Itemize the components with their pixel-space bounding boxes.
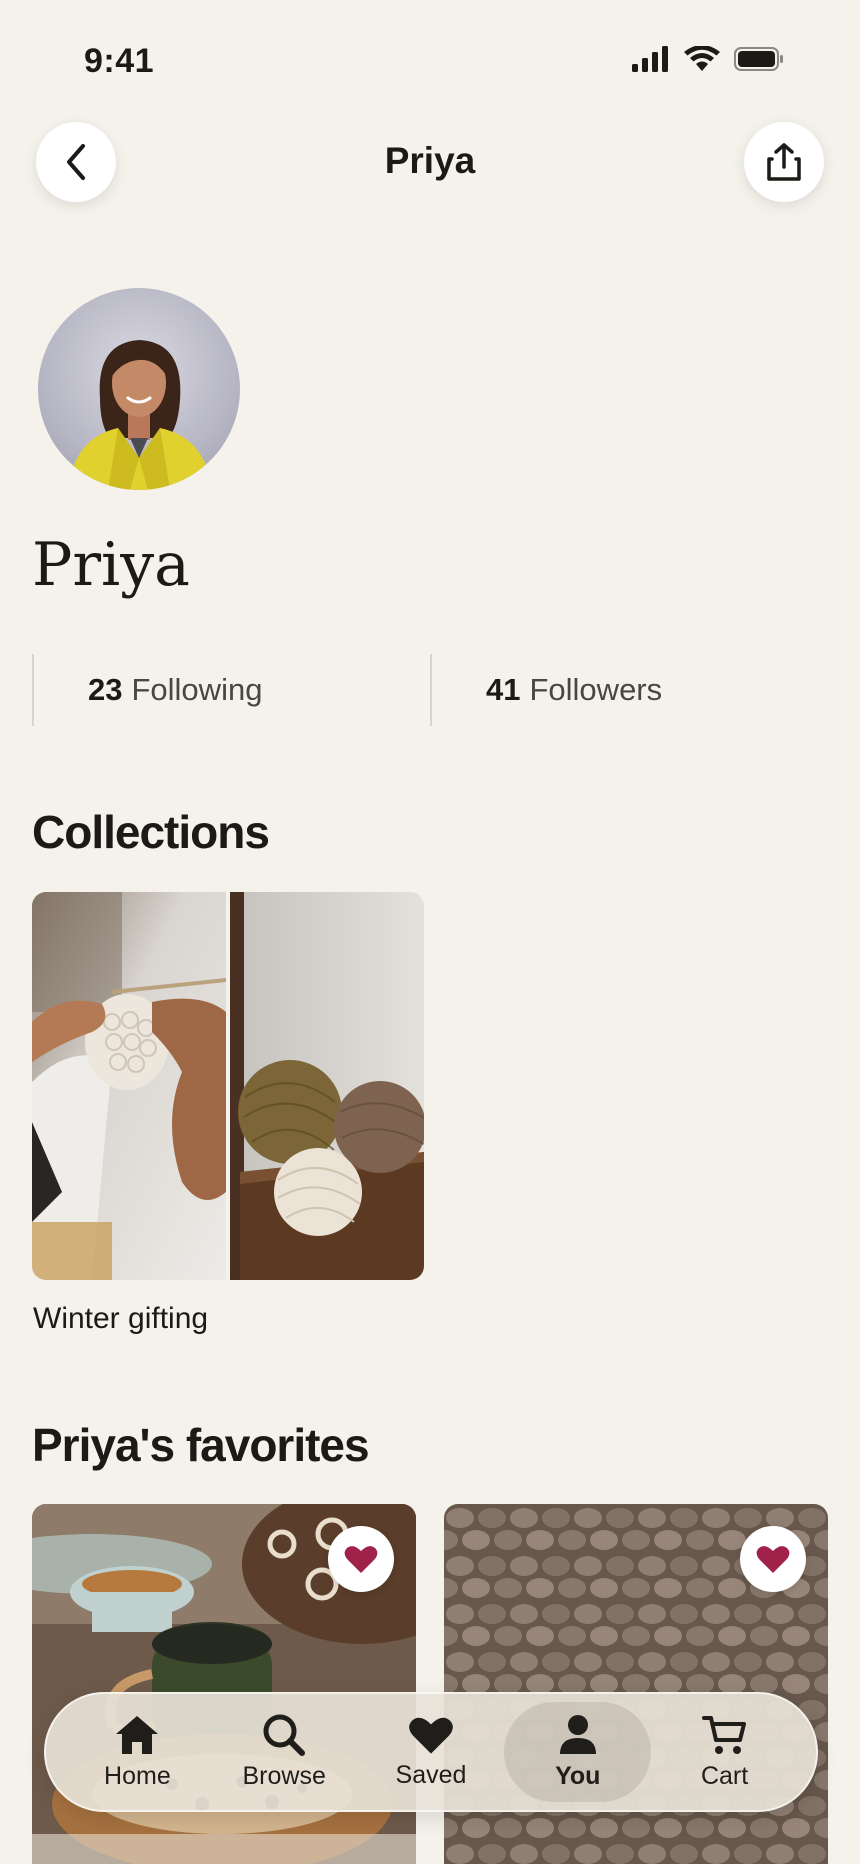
share-button[interactable] — [744, 122, 824, 202]
tab-saved-label: Saved — [395, 1760, 467, 1789]
tab-home[interactable]: Home — [64, 1702, 211, 1802]
tab-home-label: Home — [104, 1761, 171, 1790]
collection-card[interactable] — [32, 892, 424, 1280]
followers-stat[interactable]: 41 Followers — [430, 654, 828, 726]
page-title: Priya — [384, 140, 476, 181]
favorite-toggle-button[interactable] — [328, 1526, 394, 1592]
tab-you[interactable]: You — [504, 1702, 652, 1802]
following-count: 23 — [88, 672, 123, 707]
search-icon — [263, 1714, 306, 1756]
status-time: 9:41 — [84, 42, 155, 80]
collection-label: Winter gifting — [33, 1302, 209, 1335]
heart-icon — [344, 1546, 378, 1573]
tab-you-label: You — [555, 1761, 601, 1790]
following-stat[interactable]: 23 Following — [32, 654, 430, 726]
favorites-heading: Priya's favorites — [32, 1419, 370, 1471]
tab-browse[interactable]: Browse — [211, 1702, 358, 1802]
followers-label: Followers — [529, 672, 663, 707]
person-icon — [559, 1714, 596, 1754]
wifi-icon — [684, 46, 720, 71]
tab-browse-label: Browse — [242, 1761, 326, 1790]
collection-image-yarn — [230, 892, 424, 1280]
followers-count: 41 — [486, 672, 521, 707]
status-bar: 9:41 — [0, 0, 860, 110]
status-icons — [632, 46, 784, 72]
avatar — [38, 288, 240, 490]
home-icon — [116, 1715, 159, 1754]
tab-cart[interactable]: Cart — [651, 1702, 798, 1802]
collection-image-crochet — [32, 892, 226, 1280]
tab-bar: Home Browse Saved You Cart — [44, 1692, 818, 1812]
favorite-toggle-button[interactable] — [740, 1526, 806, 1592]
tab-saved[interactable]: Saved — [358, 1702, 505, 1802]
profile-name: Priya — [32, 530, 190, 600]
battery-icon — [734, 47, 783, 71]
cart-icon — [701, 1715, 746, 1754]
share-icon — [767, 143, 801, 181]
collections-heading: Collections — [32, 806, 270, 858]
tab-cart-label: Cart — [700, 1761, 749, 1790]
heart-icon — [756, 1546, 790, 1573]
avatar-portrait — [68, 340, 212, 490]
signal-icon — [632, 46, 668, 72]
profile-stats: 23 Following 41 Followers — [32, 654, 828, 726]
following-label: Following — [131, 672, 263, 707]
heart-icon — [409, 1717, 453, 1754]
